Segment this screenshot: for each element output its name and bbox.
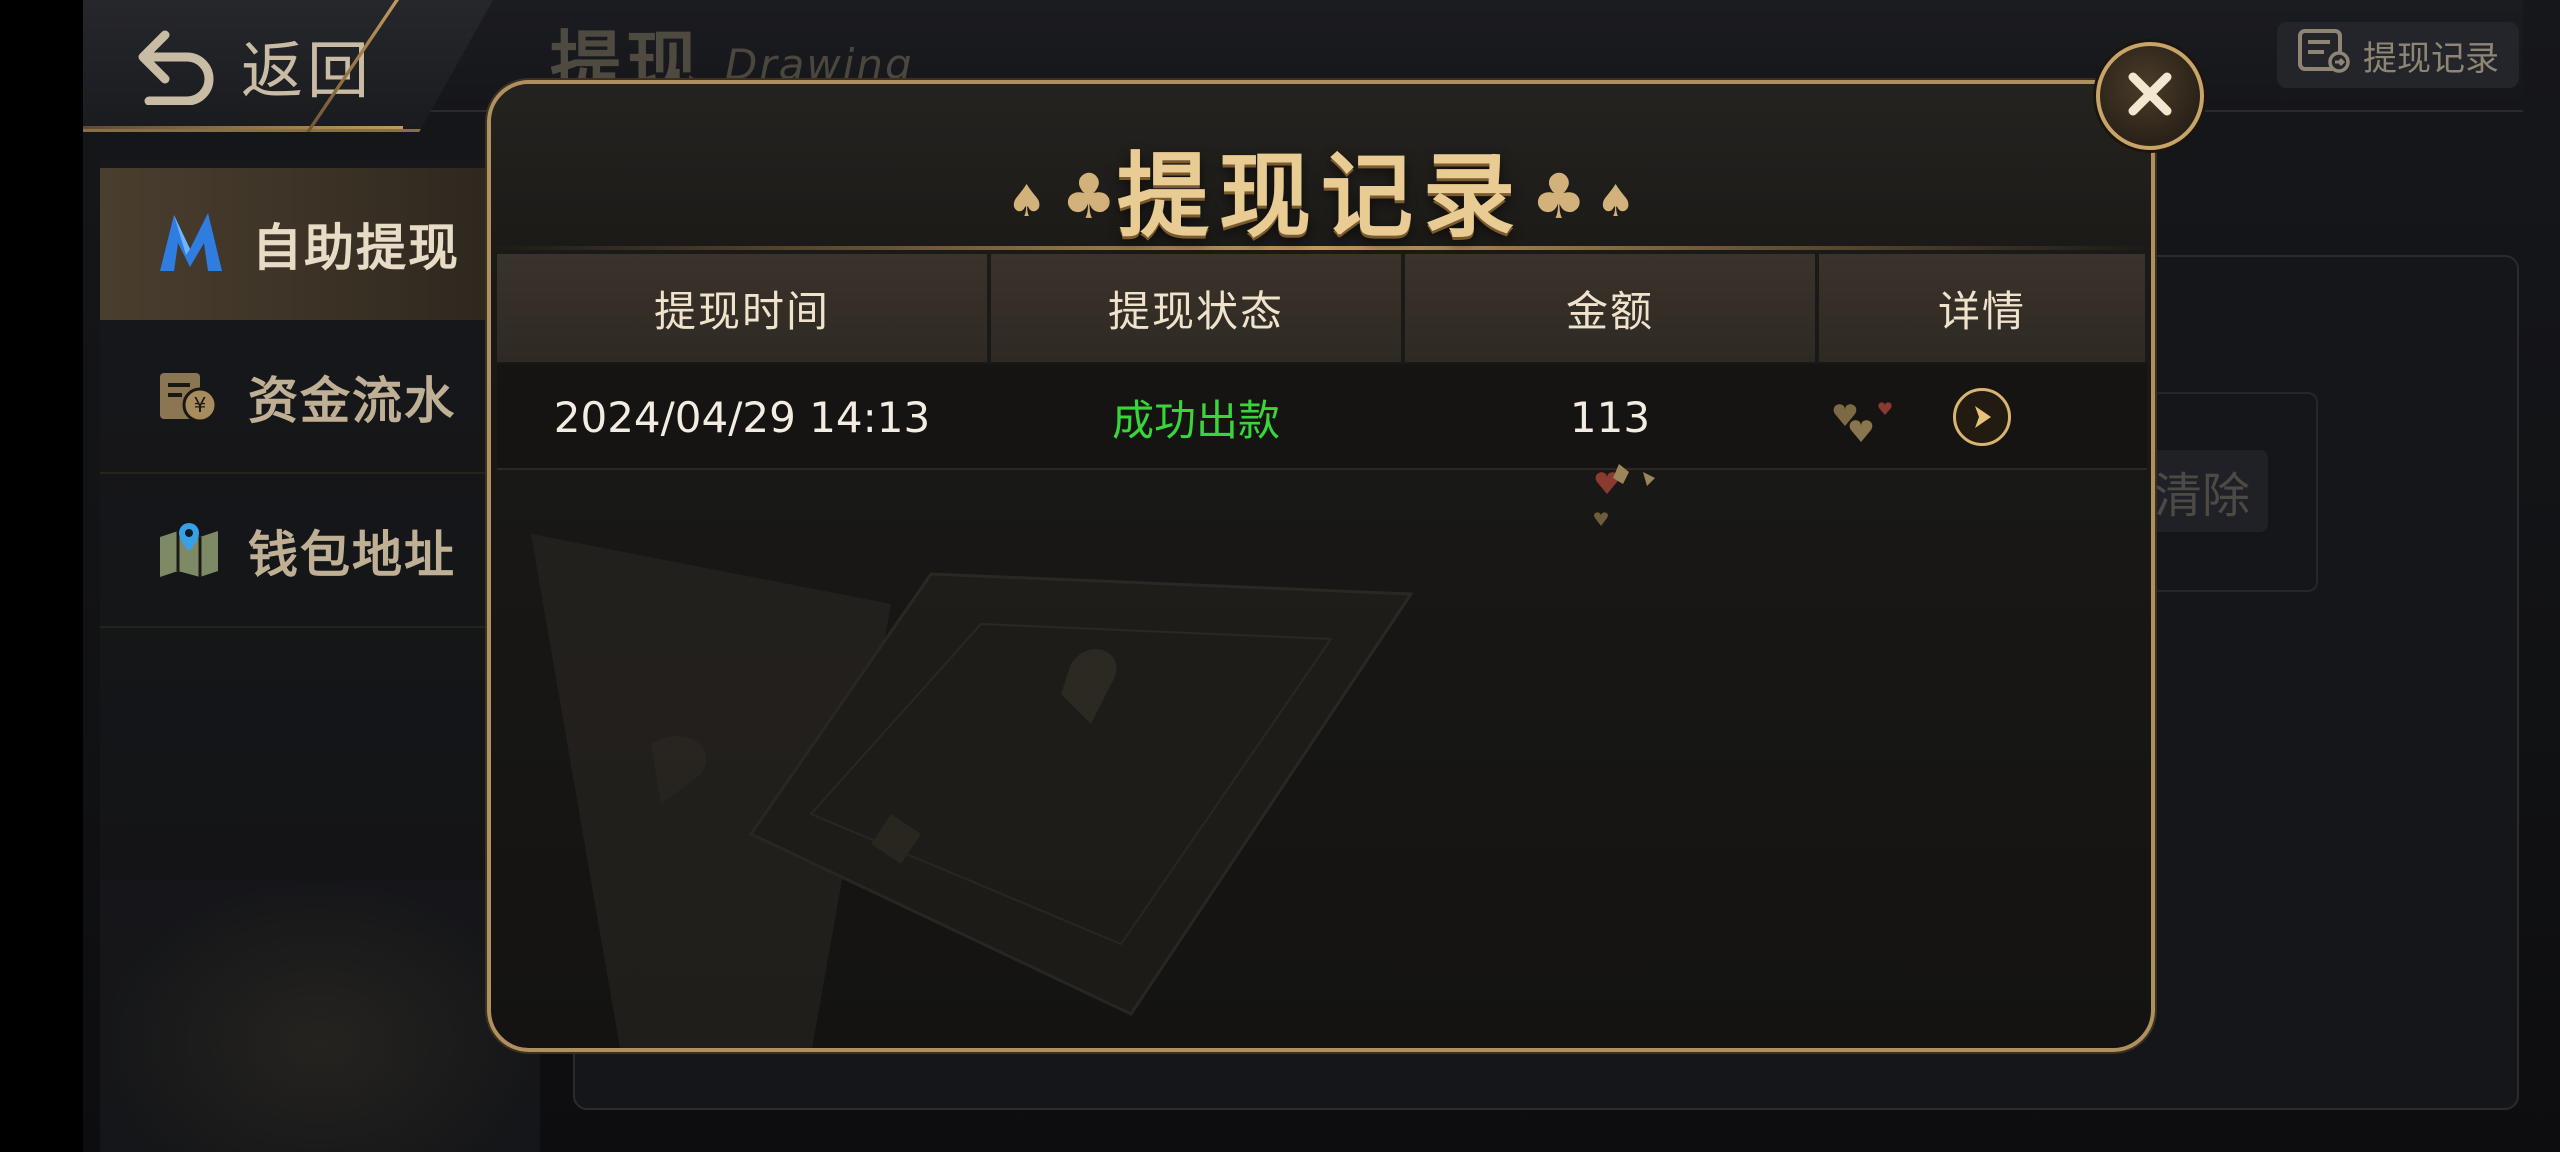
svg-text:¥: ¥ bbox=[194, 393, 207, 417]
withdrawal-records-modal: ♠ ♣ 提现记录 ♣ ♠ 提现时间 提现状态 金额 详情 2024/04/29 … bbox=[487, 80, 2155, 1052]
close-icon bbox=[2123, 67, 2177, 125]
sidebar-item-wallet-address[interactable]: 钱包地址 bbox=[100, 476, 540, 628]
arrow-right-circle-icon bbox=[1967, 393, 1997, 442]
withdrawal-records-button[interactable]: 提现记录 bbox=[2277, 22, 2519, 88]
cell-status: 成功出款 bbox=[1111, 395, 1280, 445]
sidebar-item-label: 资金流水 bbox=[248, 372, 456, 430]
column-header-amount: 金额 bbox=[1405, 254, 1815, 362]
sidebar-decoration bbox=[100, 880, 540, 1152]
suit-decoration-icon bbox=[1833, 402, 1892, 442]
column-header-time: 提现时间 bbox=[497, 254, 987, 362]
card-table-decoration bbox=[531, 534, 1414, 1048]
records-table-header: 提现时间 提现状态 金额 详情 bbox=[497, 254, 2147, 362]
back-button-underline bbox=[83, 126, 403, 129]
column-header-detail: 详情 bbox=[1819, 254, 2145, 362]
brand-m-icon bbox=[156, 209, 226, 279]
clear-button[interactable]: 清除 bbox=[2150, 450, 2268, 532]
sidebar-item-fund-flow[interactable]: ¥ 资金流水 bbox=[100, 322, 540, 474]
club-icon: ♣ bbox=[1531, 160, 1587, 233]
back-arrow-icon bbox=[135, 25, 219, 105]
map-pin-icon bbox=[156, 519, 222, 583]
sidebar-item-self-withdraw[interactable]: 自助提现 bbox=[100, 168, 540, 320]
modal-title: 提现记录 bbox=[1116, 143, 1525, 250]
clear-button-label: 清除 bbox=[2154, 468, 2251, 524]
records-button-label: 提现记录 bbox=[2363, 38, 2499, 79]
wallet-yen-icon: ¥ bbox=[156, 365, 222, 429]
sidebar-item-label: 钱包地址 bbox=[248, 526, 456, 584]
spade-icon: ♠ bbox=[1596, 176, 1636, 227]
records-list-icon bbox=[2297, 28, 2351, 83]
close-button[interactable] bbox=[2096, 42, 2204, 150]
suit-decoration-icon bbox=[1594, 464, 1655, 526]
cell-time: 2024/04/29 14:13 bbox=[553, 392, 931, 442]
sidebar-item-label: 自助提现 bbox=[252, 219, 460, 277]
column-header-status: 提现状态 bbox=[991, 254, 1401, 362]
detail-button[interactable] bbox=[1953, 388, 2011, 446]
